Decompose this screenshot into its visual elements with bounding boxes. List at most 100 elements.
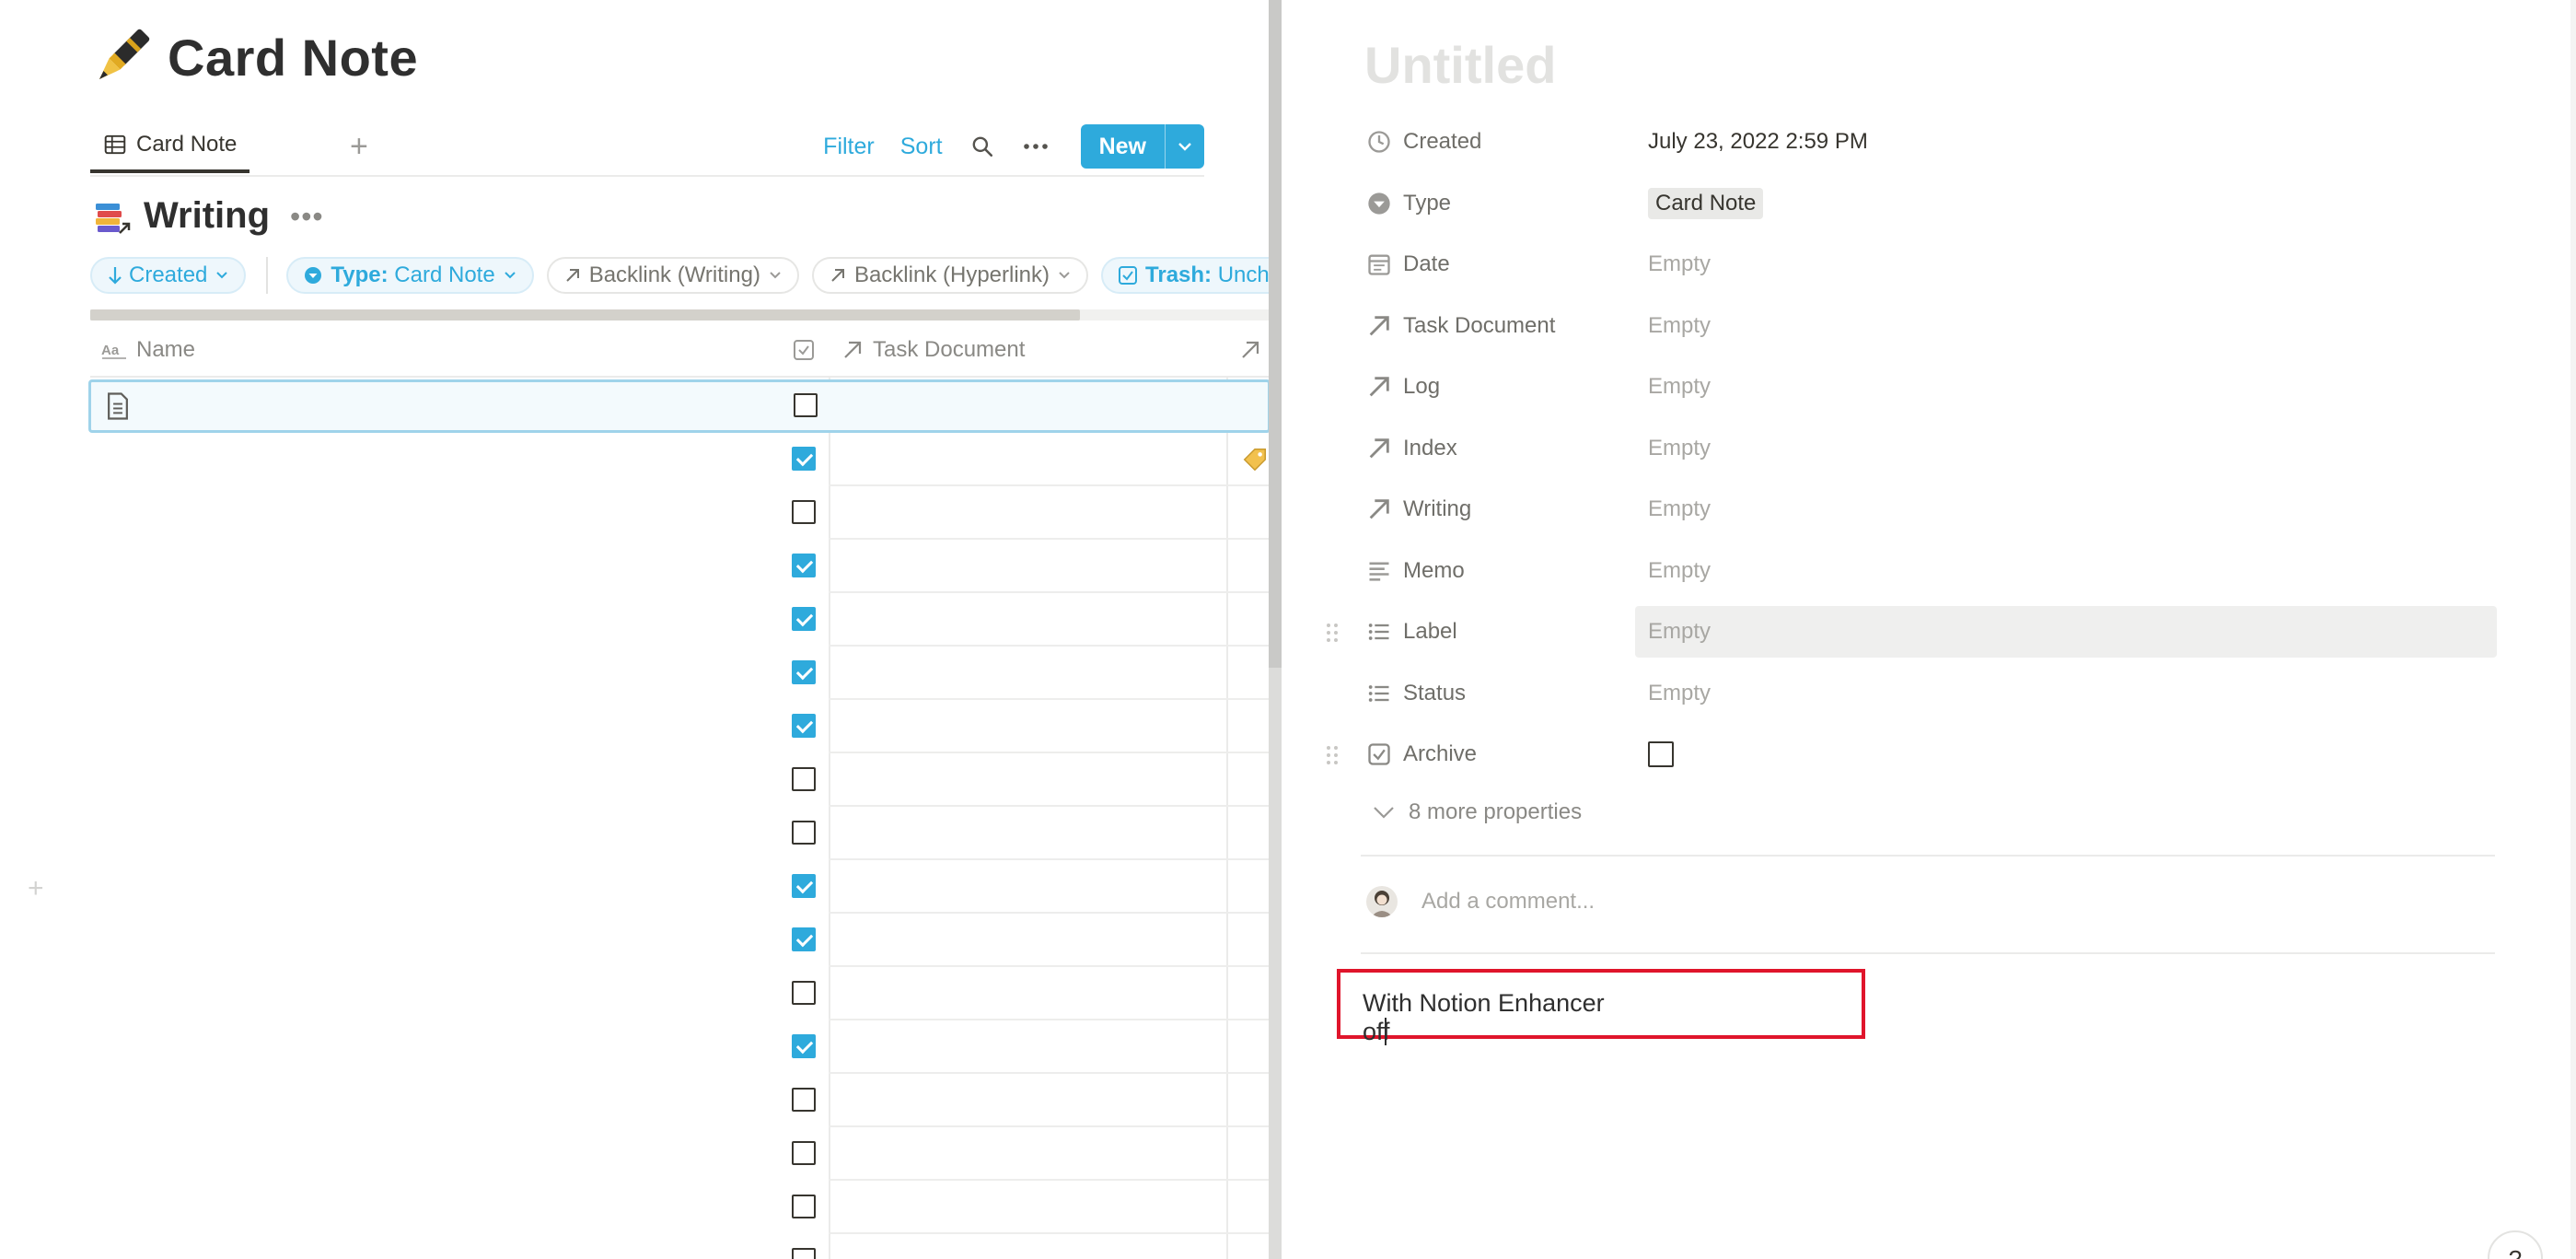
row-checkbox[interactable] — [792, 1034, 816, 1058]
drag-handle-icon[interactable] — [1326, 623, 1339, 643]
row-checkbox[interactable] — [792, 1248, 816, 1259]
table-row[interactable] — [90, 647, 1269, 700]
row-checkbox[interactable] — [792, 874, 816, 898]
column-header-checkbox[interactable] — [792, 324, 816, 376]
table-row[interactable] — [90, 1181, 1269, 1234]
page-body-text-block[interactable]: With Notion Enhancer off — [1363, 989, 1635, 1046]
property-row-memo[interactable]: Memo Empty — [1364, 545, 2497, 597]
table-row[interactable] — [90, 486, 1269, 540]
table-row[interactable] — [90, 593, 1269, 647]
new-button-group: New — [1080, 124, 1204, 169]
horizontal-scrollbar[interactable] — [90, 309, 1080, 321]
table-row[interactable] — [90, 1020, 1269, 1074]
table-row[interactable] — [90, 1074, 1269, 1127]
row-checkbox[interactable] — [792, 447, 816, 471]
row-checkbox[interactable] — [792, 500, 816, 524]
property-value[interactable]: Empty — [1635, 545, 2497, 597]
page-title[interactable]: Untitled — [1364, 35, 1556, 95]
row-checkbox[interactable] — [792, 821, 816, 845]
property-row-status[interactable]: Status Empty — [1364, 668, 2497, 719]
property-row-writing[interactable]: Writing Empty — [1364, 484, 2497, 535]
avatar — [1366, 886, 1398, 917]
row-checkbox[interactable] — [794, 393, 818, 417]
text-caret — [1384, 1018, 1387, 1045]
row-checkbox[interactable] — [792, 607, 816, 631]
table-row[interactable] — [90, 433, 1269, 486]
more-properties-toggle[interactable]: 8 more properties — [1370, 799, 1582, 825]
sort-button[interactable]: Sort — [900, 134, 943, 160]
property-value[interactable]: Empty — [1635, 239, 2497, 290]
row-checkbox[interactable] — [792, 927, 816, 951]
property-row-label[interactable]: Label Empty — [1327, 606, 2497, 658]
row-checkbox[interactable] — [792, 981, 816, 1005]
row-checkbox[interactable] — [792, 660, 816, 684]
drag-handle-icon[interactable] — [1326, 745, 1339, 765]
page-doc-icon — [108, 392, 128, 420]
property-value[interactable]: Empty — [1635, 300, 2497, 352]
table-row[interactable] — [90, 860, 1269, 914]
property-value[interactable]: Empty — [1635, 668, 2497, 719]
filter-chip-backlink-hyperlink[interactable]: Backlink (Hyperlink) — [811, 257, 1089, 294]
property-row-date[interactable]: Date Empty — [1364, 239, 2497, 290]
tab-card-note[interactable]: Card Note — [90, 120, 250, 173]
chip-label: Unchec — [1217, 262, 1269, 287]
table-row[interactable] — [90, 540, 1269, 593]
row-checkbox[interactable] — [792, 554, 816, 577]
property-value[interactable]: July 23, 2022 2:59 PM — [1635, 116, 2497, 168]
database-more-icon[interactable]: ••• — [290, 202, 324, 231]
new-dropdown-chevron-icon[interactable] — [1165, 124, 1204, 169]
row-checkbox[interactable] — [792, 714, 816, 738]
column-label: Task Document — [873, 337, 1026, 362]
database-page: Card Note Card Note + Filter Sort New Wr… — [0, 0, 1269, 1259]
table-row[interactable] — [90, 700, 1269, 753]
row-checkbox[interactable] — [792, 1141, 816, 1165]
new-button[interactable]: New — [1080, 124, 1165, 169]
left-vertical-scrollbar[interactable] — [1269, 0, 1282, 668]
add-block-plus-icon[interactable]: + — [28, 873, 44, 904]
table-row[interactable] — [90, 914, 1269, 967]
property-value[interactable]: Card Note — [1635, 178, 2497, 229]
property-row-type[interactable]: Type Card Note — [1364, 178, 2497, 229]
table-row[interactable] — [90, 967, 1269, 1020]
checkbox-icon — [794, 340, 814, 360]
property-value[interactable]: Empty — [1635, 361, 2497, 413]
comment-input[interactable]: Add a comment... — [1421, 889, 1595, 915]
property-row-index[interactable]: Index Empty — [1364, 423, 2497, 474]
property-row-log[interactable]: Log Empty — [1364, 361, 2497, 413]
more-options-icon[interactable] — [1022, 133, 1050, 160]
select-icon — [1364, 189, 1394, 218]
search-icon[interactable] — [969, 133, 996, 160]
property-value[interactable] — [1635, 729, 2497, 780]
sort-chip-created[interactable]: Created — [90, 257, 247, 294]
chevron-down-icon — [1059, 272, 1070, 279]
property-row-created[interactable]: Created July 23, 2022 2:59 PM — [1364, 116, 2497, 168]
chip-label: Created — [129, 262, 208, 287]
filter-chip-trash[interactable]: Trash: Unchec — [1101, 257, 1269, 294]
row-checkbox[interactable] — [792, 1195, 816, 1218]
table-row[interactable] — [90, 1234, 1269, 1259]
add-view-plus-icon[interactable]: + — [350, 131, 368, 162]
body-text: With Notion Enhancer off — [1363, 989, 1605, 1045]
archive-checkbox[interactable] — [1648, 741, 1674, 767]
filter-chip-type[interactable]: Type: Card Note — [286, 257, 534, 294]
table-row[interactable] — [88, 379, 1269, 433]
table-row[interactable] — [90, 807, 1269, 860]
database-title[interactable]: Writing — [144, 195, 270, 237]
row-checkbox[interactable] — [792, 767, 816, 791]
help-button[interactable]: ? — [2488, 1230, 2543, 1259]
column-header-name[interactable]: Aa Name — [101, 324, 195, 376]
table-row[interactable] — [90, 1127, 1269, 1181]
column-header-task-document[interactable]: Task Document — [841, 324, 1025, 376]
filter-button[interactable]: Filter — [823, 134, 875, 160]
property-value[interactable]: Empty — [1635, 484, 2497, 535]
filter-chip-backlink-writing[interactable]: Backlink (Writing) — [546, 257, 799, 294]
property-row-task-document[interactable]: Task Document Empty — [1364, 300, 2497, 352]
column-header-next[interactable] — [1239, 324, 1261, 376]
property-row-archive[interactable]: Archive — [1327, 729, 2497, 780]
row-checkbox[interactable] — [792, 1088, 816, 1112]
property-value[interactable]: Empty — [1635, 423, 2497, 474]
property-name: Archive — [1403, 741, 1478, 766]
table-row[interactable] — [90, 753, 1269, 807]
property-value[interactable]: Empty — [1635, 606, 2497, 658]
text-icon — [1364, 556, 1394, 586]
